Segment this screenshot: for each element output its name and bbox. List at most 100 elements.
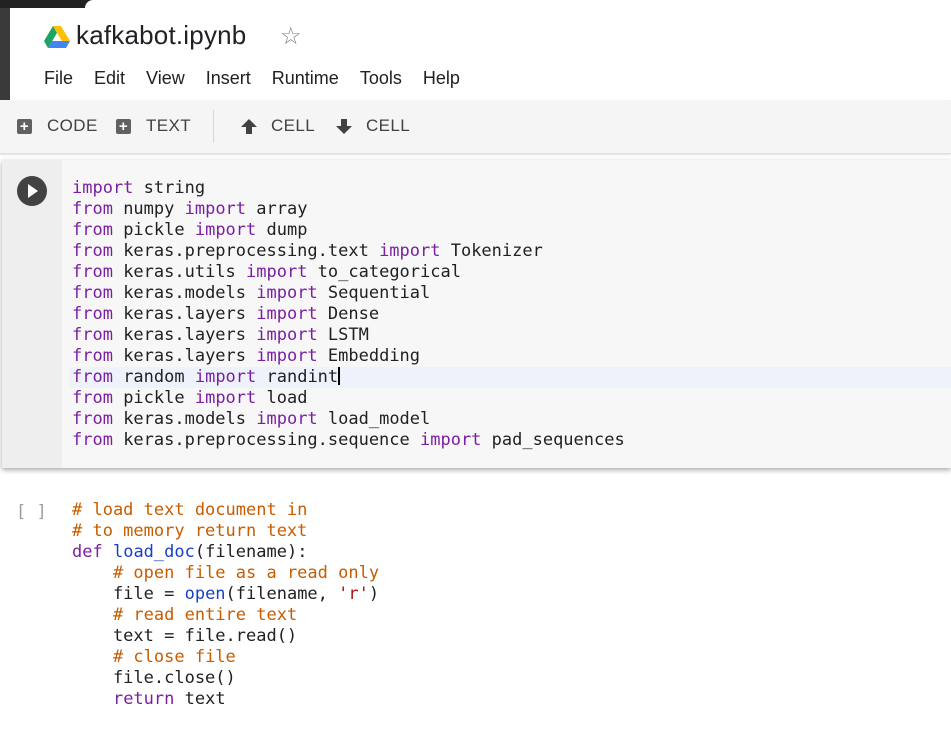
toolbar-divider (213, 110, 214, 143)
code-token: # close file (112, 647, 236, 667)
code-token: import (194, 220, 257, 240)
code-token: # load text document in (72, 500, 308, 520)
add-text-button[interactable]: + TEXT (116, 116, 191, 136)
google-drive-icon[interactable] (44, 26, 70, 48)
code-token: numpy (112, 199, 185, 219)
run-cell-icon[interactable] (17, 176, 47, 206)
code-line[interactable]: from keras.preprocessing.text import Tok… (72, 241, 625, 262)
menu-tools[interactable]: Tools (360, 68, 402, 89)
code-line[interactable]: return text (72, 689, 379, 710)
add-code-button[interactable]: + CODE (17, 116, 98, 136)
code-token: import (420, 430, 482, 450)
code-token: # open file as a read only (112, 563, 380, 583)
code-token: keras.layers (112, 325, 257, 345)
code-line[interactable]: from keras.utils import to_categorical (72, 262, 625, 283)
move-cell-down-label: CELL (366, 116, 411, 135)
code-line[interactable]: from numpy import array (72, 199, 625, 220)
code-token: load_model (317, 409, 431, 429)
code-token: to_categorical (307, 262, 461, 282)
toolbar: + CODE + TEXT CELL CELL (0, 100, 951, 154)
code-token: import (256, 409, 318, 429)
cell-run-bracket[interactable]: [ ] (16, 502, 47, 522)
code-token: load_doc (112, 542, 195, 562)
plus-icon: + (116, 118, 131, 134)
code-token: dump (256, 220, 308, 240)
code-line[interactable]: # open file as a read only (72, 563, 379, 584)
code-token: (filename): (194, 542, 308, 562)
code-token: string (133, 178, 206, 198)
menu-help[interactable]: Help (423, 68, 460, 89)
code-token: import (256, 346, 318, 366)
code-token: LSTM (317, 325, 369, 345)
move-cell-up-label: CELL (271, 116, 316, 135)
code-token: from (72, 304, 113, 324)
code-token: from (72, 346, 113, 366)
browser-tab-curve (85, 0, 951, 8)
code-token: return (112, 689, 175, 709)
code-line[interactable]: from keras.layers import LSTM (72, 325, 625, 346)
code-line[interactable]: text = file.read() (72, 626, 379, 647)
code-token: from (72, 367, 113, 387)
notebook-title[interactable]: kafkabot.ipynb (76, 20, 246, 51)
code-line[interactable]: from pickle import dump (72, 220, 625, 241)
code-token: ) (368, 584, 380, 604)
menu-insert[interactable]: Insert (206, 68, 251, 89)
window-left-edge (0, 8, 10, 100)
code-token: from (72, 241, 113, 261)
code-cell-2-source[interactable]: # load text document in # to memory retur… (72, 500, 379, 710)
code-token: from (72, 283, 113, 303)
code-token: import (194, 367, 257, 387)
code-line[interactable]: file.close() (72, 668, 379, 689)
code-line[interactable]: # read entire text (72, 605, 379, 626)
code-line[interactable]: from keras.layers import Dense (72, 304, 625, 325)
plus-icon: + (17, 118, 32, 134)
add-text-label: TEXT (146, 116, 192, 135)
code-token: from (72, 430, 113, 450)
code-token: pad_sequences (481, 430, 625, 450)
code-token: text = file.read() (72, 626, 298, 646)
code-token: import (72, 178, 134, 198)
code-token: Sequential (317, 283, 431, 303)
code-line[interactable]: from pickle import load (72, 388, 625, 409)
code-line[interactable]: # close file (72, 647, 379, 668)
code-token: randint (256, 367, 339, 387)
code-token: Dense (317, 304, 380, 324)
text-cursor (338, 367, 340, 385)
move-cell-down-button[interactable]: CELL (335, 116, 410, 136)
code-token: import (194, 388, 257, 408)
code-line[interactable]: # load text document in (72, 500, 379, 521)
code-token: file.close() (72, 668, 236, 688)
code-line[interactable]: def load_doc(filename): (72, 542, 379, 563)
code-token: from (72, 409, 113, 429)
menu-edit[interactable]: Edit (94, 68, 125, 89)
cell-gutter (2, 160, 62, 468)
menu-file[interactable]: File (44, 68, 73, 89)
menu-runtime[interactable]: Runtime (272, 68, 339, 89)
code-token: keras.utils (112, 262, 247, 282)
menu-view[interactable]: View (146, 68, 185, 89)
code-line[interactable]: from keras.models import load_model (72, 409, 625, 430)
code-line[interactable]: from keras.layers import Embedding (72, 346, 625, 367)
menu-bar: File Edit View Insert Runtime Tools Help (44, 68, 481, 89)
code-token: keras.preprocessing.sequence (112, 430, 420, 450)
code-line[interactable]: file = open(filename, 'r') (72, 584, 379, 605)
code-line[interactable]: from random import randint (72, 367, 625, 388)
code-line[interactable]: from keras.models import Sequential (72, 283, 625, 304)
code-token: import (256, 283, 318, 303)
code-token: load (256, 388, 308, 408)
code-token: from (72, 262, 113, 282)
move-cell-up-button[interactable]: CELL (240, 116, 315, 136)
code-token: from (72, 388, 113, 408)
code-line[interactable]: import string (72, 178, 625, 199)
code-line[interactable]: # to memory return text (72, 521, 379, 542)
arrow-up-icon (241, 119, 257, 134)
star-icon[interactable]: ☆ (280, 22, 302, 51)
add-code-label: CODE (47, 116, 98, 135)
code-cell-1-source[interactable]: import string from numpy import array from… (72, 178, 625, 451)
code-token: import (379, 241, 441, 261)
code-line[interactable]: from keras.preprocessing.sequence import… (72, 430, 625, 451)
code-token: pickle (112, 220, 195, 240)
